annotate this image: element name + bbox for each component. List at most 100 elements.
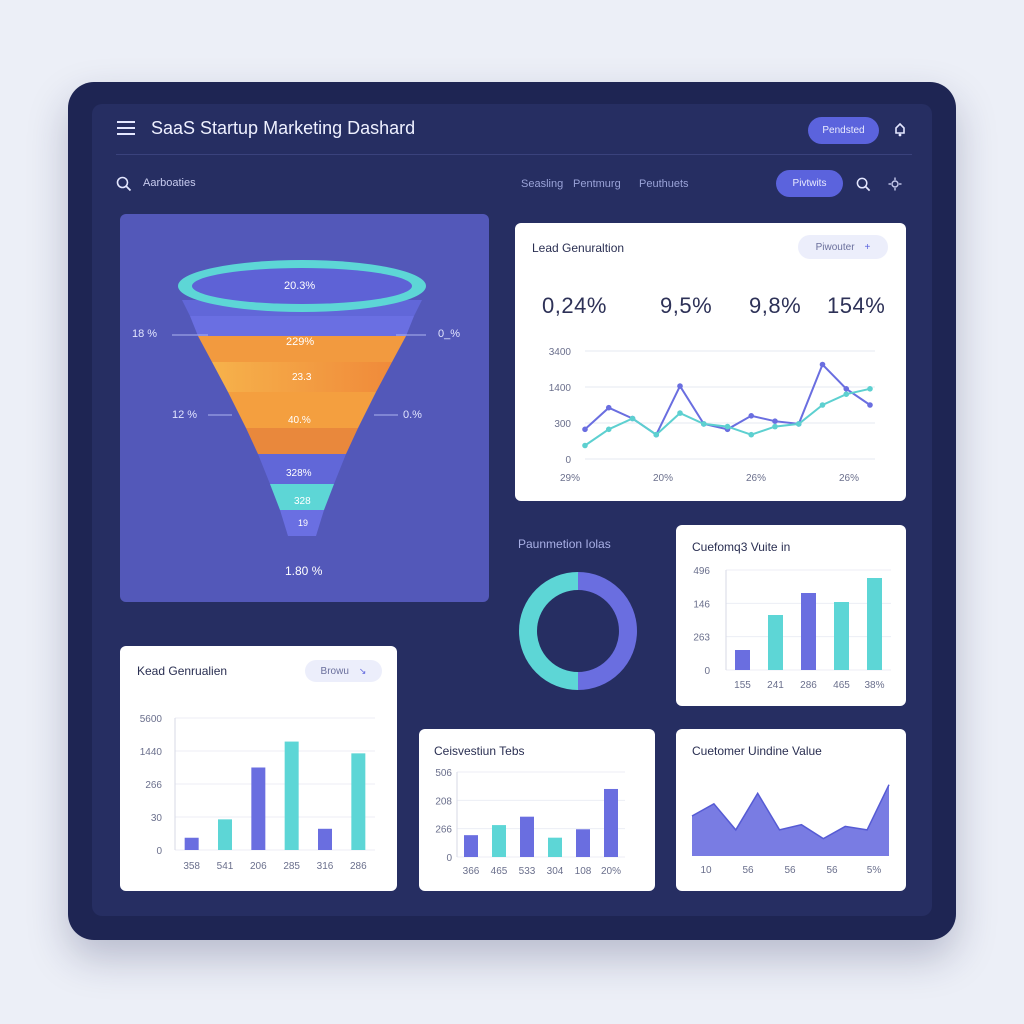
funnel-label: 328% [286, 468, 312, 479]
area-fill [692, 784, 889, 856]
customer-value-card: Cuefomq3 Vuite in 496 146 263 0 155 241 286 465… [676, 525, 906, 706]
x-tick-label: 20% [601, 866, 621, 877]
page-title: SaaS Startup Marketing Dashard [151, 118, 416, 138]
hamburger-menu-icon[interactable] [116, 120, 136, 136]
y-tick-label: 266 [145, 780, 162, 791]
bar [576, 829, 590, 857]
donut-chart [519, 572, 637, 690]
data-point [677, 383, 683, 389]
data-point [843, 391, 850, 397]
nav-link-2[interactable]: Pentmurg [573, 178, 621, 190]
x-tick-label: 465 [833, 680, 850, 691]
data-point [772, 423, 778, 430]
y-tick-label: 0 [704, 666, 710, 677]
funnel-label: 19 [298, 518, 309, 528]
x-tick-label: 26% [839, 473, 859, 484]
data-point [772, 418, 778, 424]
y-tick-label: 30 [151, 813, 163, 824]
data-point [700, 421, 707, 427]
clv-card: Cuetomer Uindine Value 10 56 56 56 5% [676, 729, 906, 891]
data-point [582, 442, 588, 449]
bar [768, 615, 783, 670]
x-tick-label: 155 [734, 680, 751, 691]
bar [604, 788, 618, 857]
data-point [724, 423, 731, 430]
x-tick-label: 10 [700, 865, 712, 876]
y-tick-label: 266 [435, 825, 452, 836]
y-tick-label: 5600 [140, 714, 163, 725]
search-icon[interactable] [115, 175, 133, 193]
donut-title: Paunmetion Iolas [518, 537, 611, 551]
funnel-stage-6 [246, 428, 358, 454]
data-point [843, 386, 850, 392]
x-tick-label: 286 [350, 861, 367, 872]
data-point [819, 361, 826, 368]
bar [867, 578, 882, 670]
nav-link-3[interactable]: Peuthuets [639, 178, 689, 190]
x-tick-label: 465 [491, 866, 508, 877]
x-tick-label: 541 [217, 861, 234, 872]
bar [251, 767, 266, 850]
funnel-chart [172, 260, 426, 536]
funnel-side-label: 12 % [172, 409, 198, 421]
nav-link-1[interactable]: Seasling [521, 178, 563, 190]
donut-slice [519, 572, 579, 690]
funnel-label: 40.% [288, 415, 311, 426]
bell-icon[interactable] [890, 120, 910, 140]
clv-area-chart: 10 56 56 56 5% [691, 784, 890, 876]
data-point [795, 421, 802, 427]
lead-generation-card: Lead Genuraltion Piwouter + 0,24% 9,5% 9… [515, 223, 906, 501]
bar [464, 835, 478, 857]
bar [284, 741, 299, 850]
y-tick-label: 208 [435, 796, 452, 807]
data-point [629, 415, 636, 422]
x-tick-label: 366 [463, 866, 480, 877]
data-point [677, 410, 683, 416]
data-point [748, 431, 755, 438]
data-point [748, 413, 755, 419]
search-icon[interactable] [854, 175, 872, 193]
bar [184, 837, 199, 850]
x-tick-label: 56 [742, 865, 754, 876]
bar [834, 602, 849, 670]
secondary-button[interactable]: Pivtwits [776, 170, 843, 197]
y-tick-label: 0 [565, 455, 571, 466]
donut-slice [577, 572, 637, 690]
funnel-label: 20.3% [284, 280, 316, 292]
x-tick-label: 38% [864, 680, 884, 691]
funnel-footer-label: 1.80 % [285, 564, 323, 578]
x-tick-label: 241 [767, 680, 784, 691]
funnel-side-label: 0_% [438, 328, 461, 340]
x-tick-label: 5% [867, 865, 882, 876]
conversion-bar-chart: 506 208 266 0 366 465 533 304 108 20% [435, 768, 625, 877]
bar [218, 819, 232, 850]
bar [492, 825, 506, 857]
bar [318, 828, 332, 850]
x-tick-label: 56 [826, 865, 838, 876]
bar [548, 837, 562, 857]
data-point [819, 402, 826, 408]
funnel-side-label: 18 % [132, 328, 158, 340]
conversion-card: Ceisvestiun Tebs 506 208 266 0 366 465 533 304 1… [419, 729, 655, 891]
y-tick-label: 0 [156, 846, 162, 857]
search-label[interactable]: Aarboaties [143, 177, 196, 189]
data-point [605, 404, 612, 411]
x-tick-label: 206 [250, 861, 267, 872]
y-tick-label: 263 [693, 633, 710, 644]
header-divider [116, 154, 912, 155]
x-tick-label: 26% [746, 473, 766, 484]
data-point [582, 426, 588, 433]
x-tick-label: 108 [575, 866, 592, 877]
x-tick-label: 56 [784, 865, 796, 876]
y-tick-label: 300 [554, 419, 571, 430]
lead-line-chart: 34001400300029%20%26%26%20% [549, 347, 875, 484]
bar [801, 593, 816, 670]
x-tick-label: 285 [283, 861, 300, 872]
bar [520, 816, 534, 857]
primary-button[interactable]: Pendsted [808, 117, 879, 144]
y-tick-label: 0 [446, 853, 452, 864]
lead-bar-chart: 5600 1440 266 30 0 358 541 206 285 316 286 [140, 714, 375, 872]
x-tick-label: 304 [547, 866, 564, 877]
data-point [653, 431, 660, 438]
settings-icon[interactable] [886, 175, 904, 193]
